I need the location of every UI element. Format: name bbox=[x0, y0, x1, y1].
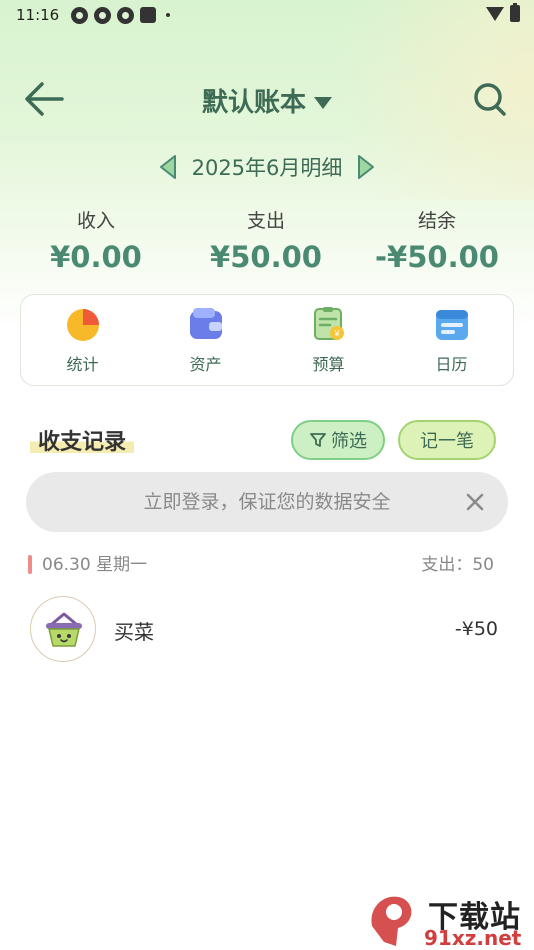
next-month-button[interactable] bbox=[356, 154, 376, 180]
site-watermark: 下载站 91xz.net bbox=[362, 886, 534, 950]
prev-month-button[interactable] bbox=[158, 154, 178, 180]
svg-text:¥: ¥ bbox=[333, 329, 340, 339]
record-category-avatar bbox=[30, 596, 96, 662]
close-icon bbox=[466, 493, 484, 511]
record-name: 买菜 bbox=[114, 620, 154, 644]
day-date: 06.30 星期一 bbox=[42, 555, 148, 575]
record-item[interactable]: 买菜 -¥50 bbox=[28, 596, 498, 664]
pie-chart-icon bbox=[66, 309, 99, 341]
app-notification-icon bbox=[140, 7, 157, 23]
filter-button[interactable]: 筛选 bbox=[291, 420, 385, 460]
records-header: 收支记录 筛选 记一笔 bbox=[0, 418, 534, 462]
close-banner-button[interactable] bbox=[464, 491, 486, 513]
filter-label: 筛选 bbox=[331, 431, 367, 452]
expense-label: 支出 bbox=[246, 210, 285, 232]
day-marker bbox=[28, 555, 32, 574]
tools-card: 统计 资产 ¥ 预算 日历 bbox=[20, 294, 514, 386]
login-banner-text: 立即登录，保证您的数据安全 bbox=[143, 491, 391, 513]
balance-summary: 结余 -¥50.00 bbox=[347, 206, 527, 274]
system-status bbox=[486, 3, 520, 22]
expense-value: ¥50.00 bbox=[210, 240, 322, 274]
tool-calendar[interactable]: 日历 bbox=[397, 305, 507, 375]
add-record-label: 记一笔 bbox=[420, 431, 474, 452]
income-summary: 收入 ¥0.00 bbox=[6, 206, 186, 274]
filter-icon bbox=[310, 433, 326, 447]
expense-summary: 支出 ¥50.00 bbox=[176, 206, 356, 274]
notification-icons bbox=[71, 6, 171, 24]
balance-value: -¥50.00 bbox=[375, 240, 499, 274]
wifi-icon bbox=[486, 6, 504, 21]
month-navigator: 2025年6月明细 bbox=[0, 150, 534, 184]
app-header: 默认账本 bbox=[0, 72, 534, 126]
wallet-icon bbox=[189, 308, 222, 339]
status-time: 11:16 bbox=[16, 6, 60, 24]
calendar-icon bbox=[435, 310, 468, 340]
tool-statistics[interactable]: 统计 bbox=[28, 305, 138, 375]
tool-label: 日历 bbox=[435, 355, 468, 374]
tool-label: 统计 bbox=[66, 355, 99, 374]
login-banner[interactable]: 立即登录，保证您的数据安全 bbox=[26, 472, 508, 532]
income-label: 收入 bbox=[76, 210, 115, 232]
day-group-header: 06.30 星期一 支出：50 bbox=[28, 552, 498, 578]
watermark-logo-icon bbox=[371, 896, 412, 946]
triangle-right-icon bbox=[358, 155, 375, 179]
tool-label: 预算 bbox=[312, 355, 345, 374]
record-amount: -¥50 bbox=[454, 618, 498, 640]
status-bar: 11:16 bbox=[0, 0, 534, 30]
more-notifications-dot-icon bbox=[166, 13, 171, 17]
tool-label: 资产 bbox=[189, 355, 222, 374]
income-value: ¥0.00 bbox=[50, 240, 142, 274]
search-button[interactable] bbox=[472, 80, 508, 118]
balance-label: 结余 bbox=[417, 210, 456, 232]
notification-icon bbox=[94, 6, 112, 24]
caret-down-icon bbox=[314, 96, 332, 109]
notification-icon bbox=[71, 6, 89, 24]
ledger-selector[interactable]: 默认账本 bbox=[0, 82, 534, 119]
budget-icon: ¥ bbox=[313, 307, 344, 340]
monthly-summary: 收入 ¥0.00 支出 ¥50.00 结余 -¥50.00 bbox=[0, 206, 534, 286]
add-record-button[interactable]: 记一笔 bbox=[398, 420, 496, 460]
notification-icon bbox=[117, 6, 135, 24]
month-label: 2025年6月明细 bbox=[191, 156, 343, 180]
battery-icon bbox=[510, 3, 520, 22]
page-title: 默认账本 bbox=[201, 88, 306, 118]
basket-icon bbox=[46, 612, 82, 647]
triangle-left-icon bbox=[159, 155, 176, 179]
search-icon bbox=[474, 83, 506, 116]
tool-assets[interactable]: 资产 bbox=[151, 305, 261, 375]
records-title: 收支记录 bbox=[30, 424, 135, 456]
tool-budget[interactable]: ¥ 预算 bbox=[274, 305, 384, 375]
watermark-url: 91xz.net bbox=[424, 926, 522, 950]
day-expense-total: 支出：50 bbox=[421, 555, 494, 575]
